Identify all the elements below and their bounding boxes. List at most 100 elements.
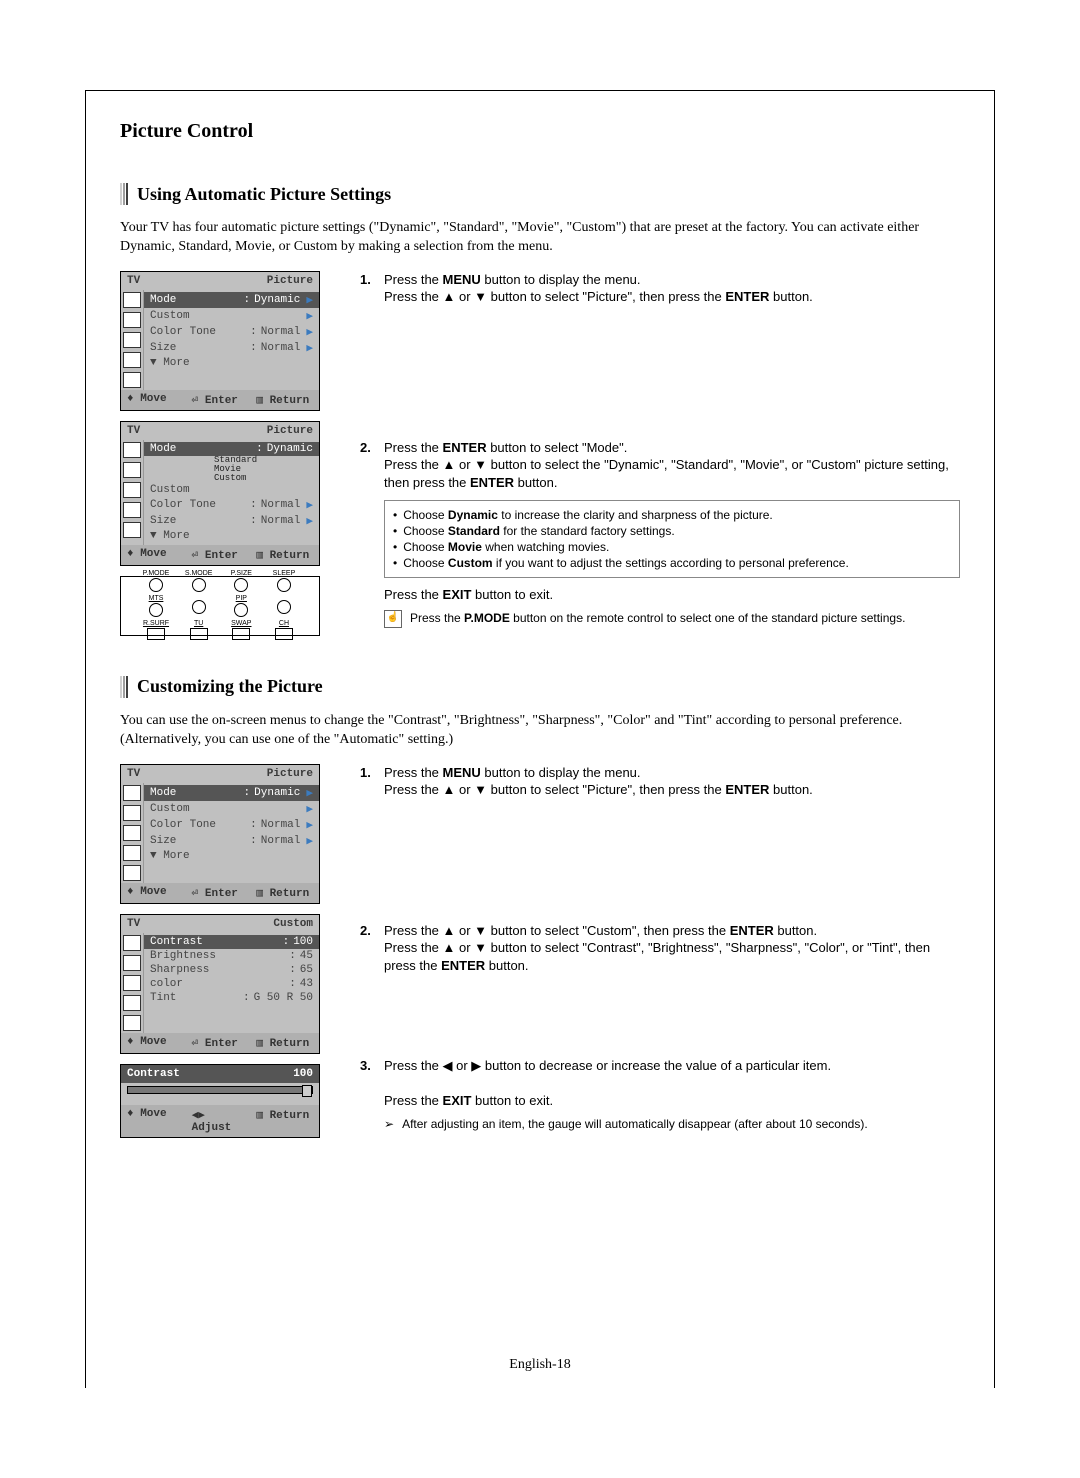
- mode-bullets: Choose Dynamic to increase the clarity a…: [384, 500, 960, 579]
- tv-icon: [123, 442, 141, 458]
- osd-picture-menu-2: TV Picture Mode:DynamicStandard: [120, 421, 320, 566]
- osd-picture-menu-3: TV Picture Mode:Dynamic▶Custom▶: [120, 764, 320, 904]
- tv-icon: [123, 785, 141, 801]
- setup-icon: [123, 865, 141, 881]
- remote-button: TU: [184, 620, 214, 641]
- osd-row: Color Tone:Normal▶: [144, 497, 319, 513]
- channel-icon: [123, 502, 141, 518]
- remote-button: P.MODE: [141, 570, 171, 593]
- osd-title-right: Picture: [267, 768, 313, 780]
- osd-title-left: TV: [127, 768, 140, 780]
- remote-button: S.MODE: [184, 570, 214, 593]
- osd-row: Sharpness:65: [144, 963, 319, 977]
- footer-return: ▥ Return: [256, 548, 313, 562]
- footer-return: ▥ Return: [256, 886, 313, 900]
- osd-submenu-item: Custom: [144, 474, 319, 483]
- osd-row: ▼ More: [144, 356, 319, 370]
- osd-icon-strip: [121, 933, 144, 1033]
- footer-enter: ⏎ Enter: [192, 886, 249, 900]
- section1-intro: Your TV has four automatic picture setti…: [120, 219, 960, 257]
- osd-icon-strip: [121, 290, 144, 390]
- sound-icon: [123, 825, 141, 841]
- page-border-top: [85, 90, 995, 91]
- setup-icon: [123, 1015, 141, 1031]
- s2-step1-text: Press the MENU button to display the men…: [384, 764, 960, 799]
- section-customizing-picture: Customizing the Picture You can use the …: [120, 676, 960, 1150]
- footer-enter: ⏎ Enter: [192, 548, 249, 562]
- osd-row: ▼ More: [144, 849, 319, 863]
- tv-icon: [123, 935, 141, 951]
- section-automatic-picture: Using Automatic Picture Settings Your TV…: [120, 183, 960, 646]
- sound-icon: [123, 975, 141, 991]
- remote-button: CH: [269, 620, 299, 641]
- remote-button: SLEEP: [269, 570, 299, 593]
- remote-button: P.SIZE: [226, 570, 256, 593]
- setup-icon: [123, 372, 141, 388]
- osd-custom-menu: TV Custom Contrast:100Brightnes: [120, 914, 320, 1054]
- footer-move: ♦ Move: [127, 1036, 184, 1050]
- section2-title: Customizing the Picture: [137, 676, 323, 697]
- input-icon: [123, 805, 141, 821]
- step-number: 1.: [360, 271, 384, 306]
- section2-intro: You can use the on-screen menus to chang…: [120, 712, 960, 750]
- slider-label: Contrast: [127, 1068, 180, 1080]
- s2-step2-text: Press the ▲ or ▼ button to select "Custo…: [384, 922, 960, 975]
- footer-move: ♦ Move: [127, 886, 184, 900]
- pmode-note: ☝ Press the P.MODE button on the remote …: [384, 610, 960, 628]
- osd-row: Color Tone:Normal▶: [144, 324, 319, 340]
- heading-bars-icon: [120, 676, 129, 698]
- osd-row: ▼ More: [144, 529, 319, 543]
- page-title: Picture Control: [120, 120, 960, 143]
- input-icon: [123, 462, 141, 478]
- remote-note-icon: ☝: [384, 610, 402, 628]
- heading-bars-icon: [120, 183, 129, 205]
- osd-picture-menu-1: TV Picture Mode:Dynamic▶Custom▶: [120, 271, 320, 411]
- step-number: 2.: [360, 439, 384, 628]
- step1-text: Press the MENU button to display the men…: [384, 271, 960, 306]
- gauge-note: After adjusting an item, the gauge will …: [384, 1116, 960, 1132]
- remote-button: R.SURF: [141, 620, 171, 641]
- osd-row: Custom▶: [144, 801, 319, 817]
- osd-title-left: TV: [127, 918, 140, 930]
- footer-return: ▥ Return: [256, 1036, 313, 1050]
- remote-button: [269, 599, 299, 615]
- osd-icon-strip: [121, 440, 144, 545]
- step-number: 1.: [360, 764, 384, 799]
- remote-diagram: P.MODES.MODEP.SIZESLEEP MTSPIP R.SURFTUS…: [120, 576, 320, 636]
- slider-track: [127, 1086, 313, 1094]
- input-icon: [123, 955, 141, 971]
- osd-row: Size:Normal▶: [144, 513, 319, 529]
- footer-enter: ⏎ Enter: [192, 1036, 249, 1050]
- osd-row: Custom▶: [144, 308, 319, 324]
- input-icon: [123, 312, 141, 328]
- osd-title-right: Custom: [273, 918, 313, 930]
- setup-icon: [123, 522, 141, 538]
- exit-line: Press the EXIT button to exit.: [384, 586, 960, 604]
- sound-icon: [123, 482, 141, 498]
- remote-button: SWAP: [226, 620, 256, 641]
- osd-row: Mode:Dynamic▶: [144, 785, 319, 801]
- channel-icon: [123, 995, 141, 1011]
- remote-button: [184, 599, 214, 615]
- osd-row: Color Tone:Normal▶: [144, 817, 319, 833]
- footer-move: ♦ Move: [127, 548, 184, 562]
- osd-contrast-slider: Contrast 100 ♦ Move ◀▶ Adjust ▥ Return: [120, 1064, 320, 1138]
- osd-row: Mode:Dynamic▶: [144, 292, 319, 308]
- footer-return: ▥ Return: [256, 393, 313, 407]
- osd-row: Size:Normal▶: [144, 340, 319, 356]
- section1-title: Using Automatic Picture Settings: [137, 184, 391, 205]
- osd-row: color:43: [144, 977, 319, 991]
- osd-icon-strip: [121, 783, 144, 883]
- footer-enter: ⏎ Enter: [192, 393, 249, 407]
- osd-title-left: TV: [127, 425, 140, 437]
- footer-move: ♦ Move: [127, 1108, 184, 1134]
- channel-icon: [123, 845, 141, 861]
- footer-adjust: ◀▶ Adjust: [192, 1108, 249, 1134]
- osd-row: Custom: [144, 483, 319, 497]
- slider-knob: [302, 1085, 312, 1097]
- remote-button: MTS: [141, 595, 171, 618]
- tv-icon: [123, 292, 141, 308]
- step2-text: Press the ENTER button to select "Mode".…: [384, 439, 960, 628]
- page-number: English-18: [0, 1357, 1080, 1373]
- footer-move: ♦ Move: [127, 393, 184, 407]
